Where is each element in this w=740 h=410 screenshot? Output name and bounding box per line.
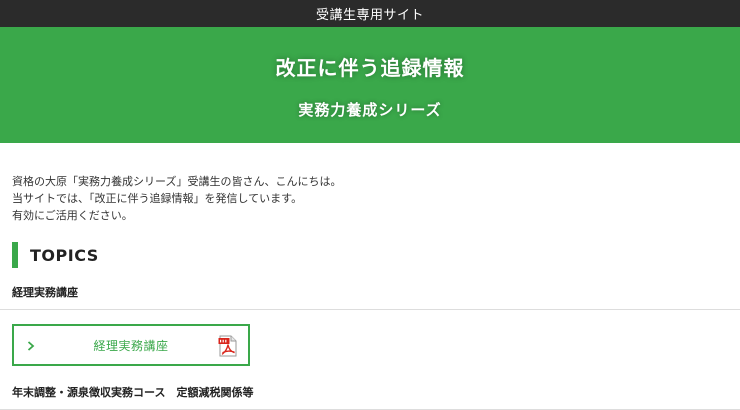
intro-line: 当サイトでは、「改正に伴う追録情報」を発信しています。	[12, 192, 303, 205]
topics-accent-bar	[12, 242, 18, 268]
intro-line: 有効にご活用ください。	[12, 209, 133, 222]
chevron-right-icon	[24, 339, 38, 353]
page-subtitle: 実務力養成シリーズ	[298, 101, 442, 119]
site-header-title: 受講生専用サイト	[315, 8, 424, 23]
section-label-year-end-adjustment: 年末調整・源泉徴収実務コース 定額減税関係等	[0, 384, 740, 410]
section-label-accounting: 経理実務講座	[0, 284, 740, 310]
hero-banner: 改正に伴う追録情報 実務力養成シリーズ	[0, 27, 740, 143]
topics-heading: TOPICS	[12, 242, 740, 268]
pdf-icon	[218, 335, 238, 357]
page-title: 改正に伴う追録情報	[275, 56, 465, 80]
site-header: 受講生専用サイト	[0, 0, 740, 27]
accounting-course-button[interactable]: 経理実務講座	[12, 324, 250, 366]
intro-line: 資格の大原「実務力養成シリーズ」受講生の皆さん、こんにちは。	[12, 175, 342, 188]
topics-title: TOPICS	[30, 245, 99, 265]
intro-text: 資格の大原「実務力養成シリーズ」受講生の皆さん、こんにちは。 当サイトでは、「改…	[12, 173, 740, 224]
accounting-course-label: 経理実務講座	[93, 338, 169, 353]
